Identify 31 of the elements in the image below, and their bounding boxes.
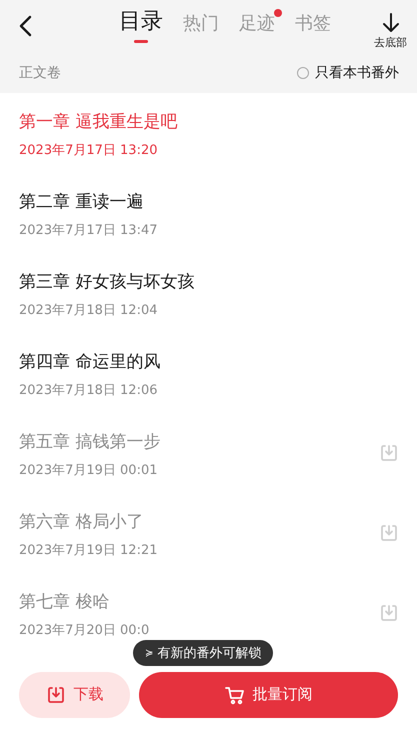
download-button[interactable]: 下载	[19, 672, 130, 718]
tab[interactable]: 书签	[295, 15, 331, 41]
chapter-date: 2023年7月19日 00:01	[19, 462, 158, 478]
tab[interactable]: 目录	[119, 11, 163, 41]
download-icon[interactable]	[379, 443, 399, 463]
download-icon	[46, 684, 66, 704]
chapter-title[interactable]: 第四章 命运里的风	[19, 350, 160, 372]
cart-icon	[224, 684, 244, 704]
chapter-date: 2023年7月17日 13:47	[19, 222, 158, 238]
download-icon[interactable]	[379, 603, 399, 623]
chapter-title[interactable]: 第七章 梭哈	[19, 590, 110, 612]
extras-only-toggle[interactable]: 只看本书番外	[297, 64, 399, 82]
download-icon[interactable]	[379, 523, 399, 543]
tab[interactable]: 足迹	[239, 15, 275, 41]
chapter-date: 2023年7月20日 00:0	[19, 622, 150, 638]
tab[interactable]: 热门	[183, 15, 219, 41]
chapter-title[interactable]: 第一章 逼我重生是吧	[19, 110, 178, 132]
volume-title: 正文卷	[19, 64, 61, 82]
to-bottom-button[interactable]: 去底部	[374, 8, 407, 50]
chapter-date: 2023年7月17日 13:20	[19, 142, 158, 158]
bulk-subscribe-button[interactable]: 批量订阅	[139, 672, 398, 718]
radio-icon[interactable]	[297, 66, 309, 78]
chapter-date: 2023年7月18日 12:04	[19, 302, 158, 318]
chapter-title[interactable]: 第五章 搞钱第一步	[19, 430, 160, 452]
chapter-date: 2023年7月19日 12:21	[19, 542, 158, 558]
chapter-title[interactable]: 第六章 格局小了	[19, 510, 144, 532]
unlock-toast[interactable]: ≽ 有新的番外可解锁	[133, 640, 274, 666]
chapter-title[interactable]: 第三章 好女孩与坏女孩	[19, 270, 194, 292]
chapter-title[interactable]: 第二章 重读一遍	[19, 190, 144, 212]
chapter-date: 2023年7月18日 12:06	[19, 382, 158, 398]
down-arrow-icon	[382, 12, 400, 32]
